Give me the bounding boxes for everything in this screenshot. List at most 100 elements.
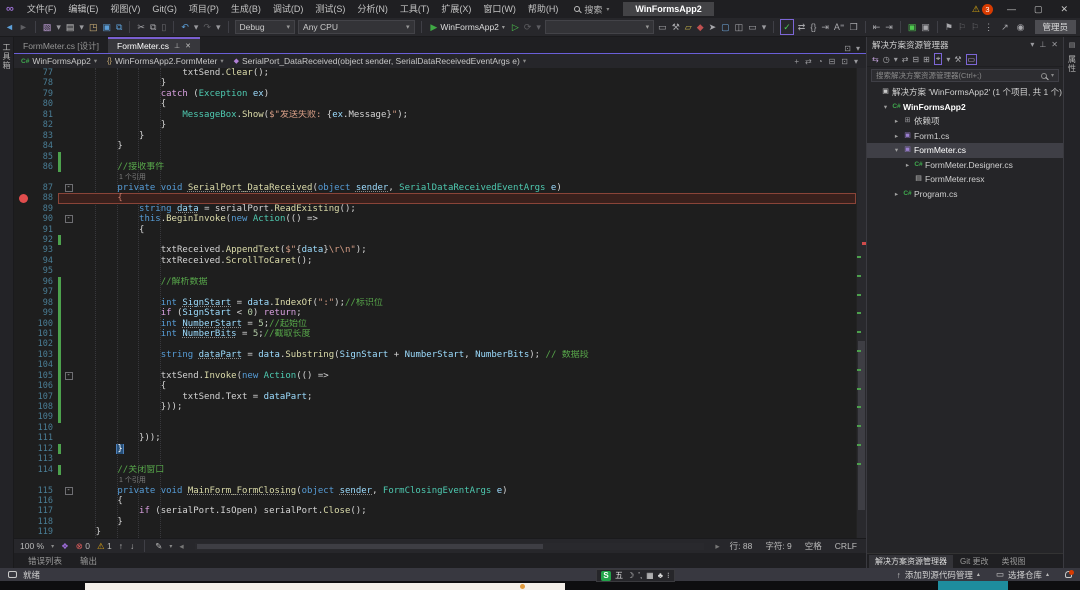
pin-icon[interactable]: ⊥ (1039, 40, 1046, 49)
notifications-bell-icon[interactable] (1065, 571, 1072, 578)
breakpoint-gutter[interactable] (14, 204, 32, 214)
fold-gutter[interactable]: - (63, 214, 74, 224)
ime-item[interactable]: ☽ (627, 570, 634, 582)
breakpoint-gutter[interactable] (14, 89, 32, 99)
dropdown-caret-icon[interactable]: ▾ (78, 20, 85, 34)
nav-back-icon[interactable]: ◄ (4, 20, 15, 34)
undo-icon[interactable]: ↶ (180, 20, 190, 34)
toolbar-empty-dropdown[interactable]: ▾ (545, 20, 654, 34)
toolbox-vertical-tab[interactable]: 工具箱 (1, 43, 12, 70)
code-text[interactable]: private void SerialPort_DataReceived(obj… (74, 183, 856, 193)
breakpoint-gutter[interactable] (14, 277, 32, 287)
breakpoint-gutter[interactable] (14, 371, 32, 381)
breakpoint-gutter[interactable] (14, 235, 32, 245)
code-text[interactable]: } (74, 444, 856, 454)
fold-gutter[interactable] (63, 319, 74, 329)
switch-views-icon[interactable]: ⇄ (902, 55, 909, 64)
feedback-bubble-icon[interactable] (8, 571, 17, 578)
breakpoint-gutter[interactable] (14, 319, 32, 329)
code-text[interactable]: } (74, 517, 856, 527)
feedback-icon[interactable]: ▱ (684, 20, 693, 34)
fold-gutter[interactable] (63, 350, 74, 360)
menu-item[interactable]: 项目(P) (183, 0, 225, 18)
chevron-collapsed-icon[interactable]: ▸ (892, 132, 901, 140)
code-text[interactable]: { (74, 193, 856, 203)
breakpoint-gutter[interactable] (14, 339, 32, 349)
fold-gutter[interactable] (63, 475, 74, 485)
tree-item[interactable]: ▸C#FormMeter.Designer.cs (867, 158, 1063, 173)
horizontal-scrollbar[interactable] (195, 543, 705, 550)
fold-gutter[interactable] (63, 78, 74, 88)
code-text[interactable] (74, 454, 856, 464)
fold-gutter[interactable] (63, 444, 74, 454)
code-editor[interactable]: 77 txtSend.Clear();78 }79 catch (Excepti… (14, 68, 866, 538)
sync-with-active-document-icon[interactable]: ⇆ (872, 55, 879, 64)
chevron-collapsed-icon[interactable]: ▸ (903, 161, 912, 169)
cursor-column-indicator[interactable]: 字符: 9 (762, 540, 794, 552)
code-text[interactable]: //接收事件 (74, 162, 856, 172)
code-text[interactable] (74, 152, 856, 162)
fold-gutter[interactable] (63, 256, 74, 266)
breakpoint-gutter[interactable] (14, 172, 32, 182)
search-box[interactable]: 搜索 ▾ (574, 3, 609, 16)
code-text[interactable]: { (74, 496, 856, 506)
code-text[interactable]: string data = serialPort.ReadExisting(); (74, 204, 856, 214)
breadcrumb-type[interactable]: {} WinFormsApp2.FormMeter ▾ (104, 56, 226, 66)
code-text[interactable]: txtSend.Invoke(new Action(() => (74, 371, 856, 381)
fold-gutter[interactable] (63, 245, 74, 255)
breakpoint-gutter[interactable] (14, 245, 32, 255)
tree-item[interactable]: ▸C#Program.cs (867, 187, 1063, 202)
pin-icon[interactable]: ⊥ (174, 42, 180, 50)
menu-item[interactable]: 测试(S) (309, 0, 351, 18)
code-text[interactable]: { (74, 381, 856, 391)
fold-gutter[interactable] (63, 172, 74, 182)
code-text[interactable]: //关闭窗口 (74, 465, 856, 475)
code-text[interactable]: })); (74, 433, 856, 443)
dropdown-caret-icon[interactable]: ▾ (761, 20, 768, 34)
fold-gutter[interactable] (63, 423, 74, 433)
breakpoint-gutter[interactable] (14, 506, 32, 516)
tree-item[interactable]: ▸▣Form1.cs (867, 129, 1063, 144)
zoom-level-dropdown[interactable]: 100 % (20, 541, 44, 551)
code-text[interactable] (74, 412, 856, 422)
collapse-region-icon[interactable]: - (65, 487, 73, 495)
breakpoint-gutter[interactable] (14, 225, 32, 235)
fold-gutter[interactable] (63, 496, 74, 506)
code-text[interactable]: txtReceived.AppendText($"{data}\r\n"); (74, 245, 856, 255)
menu-item[interactable]: 工具(T) (394, 0, 436, 18)
code-cleanup-icon[interactable]: ✎ (155, 541, 162, 552)
code-text[interactable]: } (74, 131, 856, 141)
code-text[interactable]: { (74, 225, 856, 235)
fold-gutter[interactable] (63, 193, 74, 203)
indent-decrease-icon[interactable]: ⇤ (872, 20, 882, 34)
tree-item[interactable]: ▾C#WinFormsApp2 (867, 100, 1063, 115)
code-text[interactable]: catch (Exception ex) (74, 89, 856, 99)
fold-gutter[interactable]: - (63, 183, 74, 193)
breakpoint-gutter[interactable] (14, 350, 32, 360)
code-text[interactable]: int NumberStart = 5;//起始位 (74, 319, 856, 329)
new-project-icon[interactable]: ▧ (42, 20, 53, 34)
breakpoint-gutter[interactable] (14, 152, 32, 162)
fold-gutter[interactable] (63, 339, 74, 349)
breakpoint-gutter[interactable] (14, 444, 32, 454)
fold-gutter[interactable] (63, 298, 74, 308)
ime-item[interactable]: ▦ (646, 570, 654, 582)
fold-gutter[interactable] (63, 266, 74, 276)
next-issue-icon[interactable]: ↓ (130, 541, 134, 551)
breakpoint-gutter[interactable] (14, 517, 32, 527)
close-button[interactable]: ✕ (1056, 4, 1072, 15)
explorer-bottom-tab[interactable]: 类视图 (995, 555, 1031, 568)
preview-selected-icon[interactable]: ▭ (966, 54, 978, 65)
breakpoint-gutter[interactable] (14, 527, 32, 537)
breakpoint-gutter[interactable] (14, 496, 32, 506)
monitor-icon[interactable]: ▢ (720, 20, 731, 34)
redo-icon[interactable]: ↷ (202, 20, 212, 34)
bookmark-next-icon[interactable]: ⚐ (970, 20, 980, 34)
breakpoint-gutter[interactable] (14, 475, 32, 485)
start-without-debugging-icon[interactable]: ▷ (511, 20, 520, 34)
breakpoint-gutter[interactable] (14, 433, 32, 443)
show-all-files-icon[interactable]: ⊞ (923, 55, 930, 64)
line-ending-indicator[interactable]: CRLF (832, 541, 860, 551)
fold-gutter[interactable] (63, 141, 74, 151)
send-feedback-icon[interactable]: ◉ (1016, 20, 1026, 34)
